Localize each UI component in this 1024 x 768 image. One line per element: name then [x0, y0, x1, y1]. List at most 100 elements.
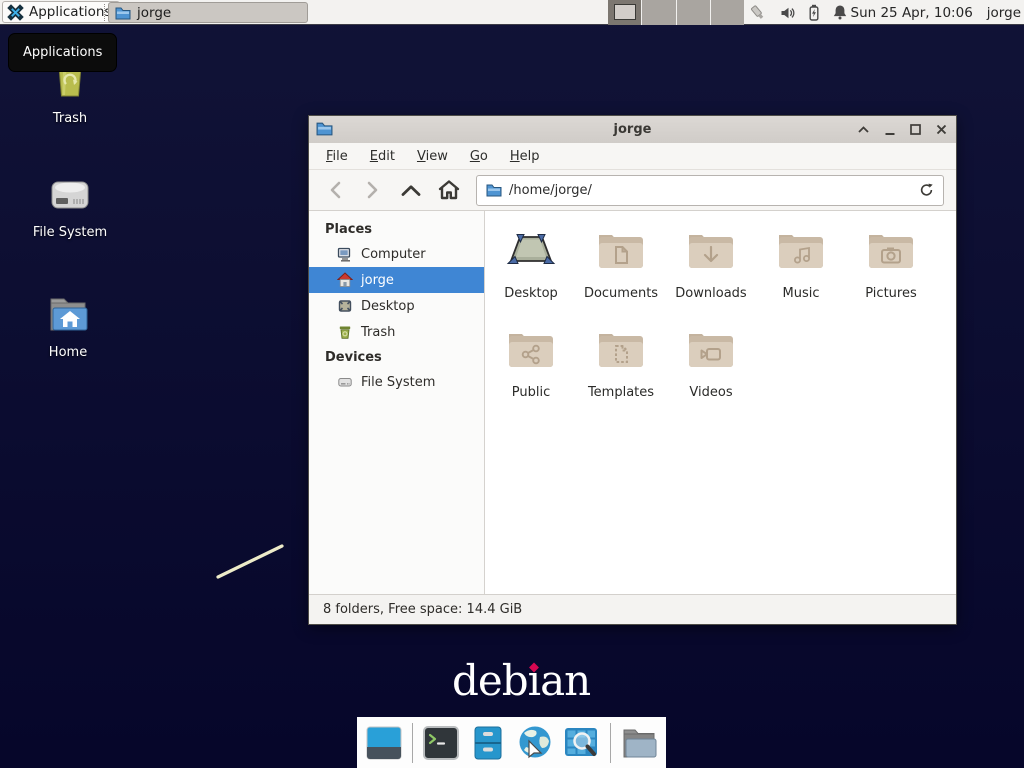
- path-folder-icon: [486, 183, 502, 197]
- wallpaper-line: [212, 538, 290, 584]
- folder-label: Videos: [666, 385, 756, 400]
- dock-separator: [610, 723, 611, 763]
- applications-button[interactable]: Applications: [2, 1, 120, 23]
- desktop-icon-label: File System: [22, 225, 118, 240]
- workspace-4[interactable]: [710, 0, 744, 25]
- menu-file[interactable]: File: [315, 149, 359, 164]
- toolbar: /home/jorge/: [309, 170, 956, 211]
- status-text: 8 folders, Free space: 14.4 GiB: [323, 602, 522, 617]
- workspace-1[interactable]: [608, 0, 641, 25]
- sidebar-item-label: Desktop: [361, 299, 415, 314]
- home-folder-icon: [44, 290, 92, 336]
- taskbar-item-label: jorge: [137, 5, 171, 21]
- volume-icon[interactable]: [779, 5, 796, 21]
- tooltip-text: Applications: [23, 45, 102, 60]
- panel-handle[interactable]: [104, 4, 107, 21]
- menu-help[interactable]: Help: [499, 149, 551, 164]
- drive-icon: [337, 374, 353, 390]
- application-finder-button[interactable]: [563, 724, 601, 762]
- clock[interactable]: Sun 25 Apr, 10:06: [851, 5, 973, 21]
- dock-folder-icon: [620, 726, 658, 760]
- desktop-icon-label: Trash: [22, 111, 118, 126]
- battery-icon[interactable]: [807, 4, 821, 21]
- taskbar-item-jorge[interactable]: jorge: [108, 2, 308, 23]
- file-manager-button[interactable]: [469, 724, 507, 762]
- desktop-icon-file-system[interactable]: File System: [22, 172, 118, 240]
- folder-label: Documents: [576, 286, 666, 301]
- folder-label: Desktop: [486, 286, 576, 301]
- notifications-icon[interactable]: [832, 4, 848, 21]
- forward-button[interactable]: [356, 174, 390, 206]
- downloads-folder-icon: [686, 227, 736, 273]
- sidebar-item-label: Computer: [361, 247, 426, 262]
- maximize-button[interactable]: [909, 123, 922, 136]
- places-header: Places: [309, 217, 484, 241]
- folder-label: Templates: [576, 385, 666, 400]
- menu-go[interactable]: Go: [459, 149, 499, 164]
- folder-item-public[interactable]: Public: [486, 326, 576, 425]
- workspace-3[interactable]: [676, 0, 710, 25]
- debian-logo: debıan: [452, 660, 590, 702]
- sidebar-item-file-system[interactable]: File System: [309, 369, 484, 395]
- system-tray: [748, 0, 848, 25]
- titlebar[interactable]: jorge: [309, 116, 956, 143]
- sidebar: Places Computer jorge: [309, 211, 485, 594]
- home-button[interactable]: [432, 174, 466, 206]
- app-finder-icon: [563, 725, 601, 761]
- panel-user[interactable]: jorge: [987, 5, 1021, 21]
- applications-label: Applications: [29, 4, 111, 20]
- dock-separator: [412, 723, 413, 763]
- xfce-icon: [7, 4, 24, 21]
- terminal-button[interactable]: [422, 724, 460, 762]
- removable-media-icon[interactable]: [748, 4, 768, 22]
- menu-edit[interactable]: Edit: [359, 149, 406, 164]
- folder-item-pictures[interactable]: Pictures: [846, 227, 936, 326]
- pictures-folder-icon: [866, 227, 916, 273]
- desktop-icon-home[interactable]: Home: [20, 290, 116, 360]
- minimize-button[interactable]: [883, 123, 896, 136]
- sidebar-item-trash[interactable]: Trash: [309, 319, 484, 345]
- videos-folder-icon: [686, 326, 736, 372]
- folder-label: Public: [486, 385, 576, 400]
- sidebar-item-label: Trash: [361, 325, 395, 340]
- sidebar-item-desktop[interactable]: Desktop: [309, 293, 484, 319]
- debian-logo-i: ı: [528, 660, 540, 702]
- window-body: Places Computer jorge: [309, 211, 956, 594]
- devices-header: Devices: [309, 345, 484, 369]
- terminal-icon: [423, 726, 459, 760]
- sidebar-item-jorge[interactable]: jorge: [309, 267, 484, 293]
- trash-place-icon: [337, 324, 353, 340]
- dock: [357, 717, 666, 768]
- folder-item-templates[interactable]: Templates: [576, 326, 666, 425]
- folder-icon: [115, 6, 131, 20]
- hard-drive-icon: [46, 172, 94, 216]
- desktop-place-icon: [337, 298, 353, 314]
- debian-logo-post: an: [540, 656, 590, 705]
- menu-view[interactable]: View: [406, 149, 459, 164]
- folder-item-videos[interactable]: Videos: [666, 326, 756, 425]
- folder-item-downloads[interactable]: Downloads: [666, 227, 756, 326]
- home-icon: [337, 272, 353, 288]
- reload-icon[interactable]: [919, 182, 934, 198]
- path-bar[interactable]: /home/jorge/: [476, 175, 944, 206]
- path-text: /home/jorge/: [509, 183, 592, 198]
- web-browser-button[interactable]: [516, 724, 554, 762]
- folder-item-music[interactable]: Music: [756, 227, 846, 326]
- computer-icon: [337, 246, 353, 262]
- workspace-2[interactable]: [641, 0, 675, 25]
- up-button[interactable]: [394, 174, 428, 206]
- file-cabinet-icon: [470, 726, 506, 760]
- desktop-icon-label: Home: [20, 345, 116, 360]
- close-button[interactable]: [935, 123, 948, 136]
- show-desktop-button[interactable]: [365, 724, 403, 762]
- web-browser-icon: [516, 725, 554, 761]
- workspace-switcher: [608, 0, 744, 25]
- back-button[interactable]: [318, 174, 352, 206]
- music-folder-icon: [776, 227, 826, 273]
- folder-item-desktop[interactable]: Desktop: [486, 227, 576, 326]
- shade-button[interactable]: [857, 123, 870, 136]
- folder-shortcut-button[interactable]: [620, 724, 658, 762]
- folder-label: Music: [756, 286, 846, 301]
- sidebar-item-computer[interactable]: Computer: [309, 241, 484, 267]
- folder-item-documents[interactable]: Documents: [576, 227, 666, 326]
